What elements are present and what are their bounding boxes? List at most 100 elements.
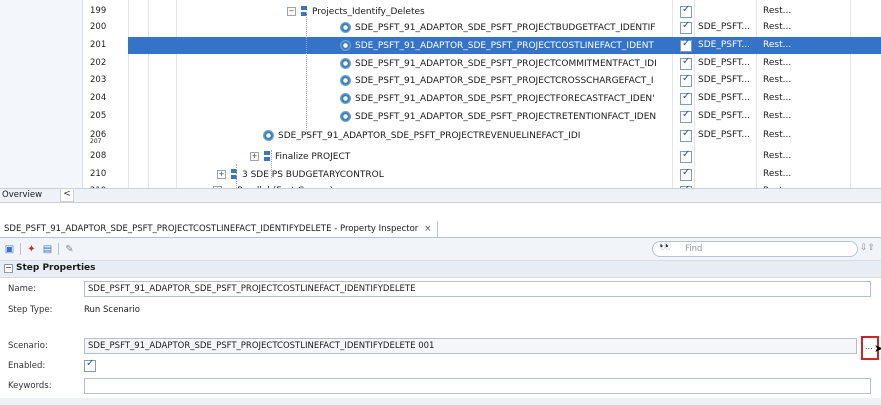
scroll-left-icon[interactable]: <	[60, 188, 74, 202]
scenario-row: Scenario: SDE_PSFT_91_ADAPTOR_SDE_PSFT_P…	[0, 336, 881, 360]
mouse-cursor-icon: ➤	[874, 342, 881, 355]
scenario-column: SDE_PSFT...	[698, 40, 751, 50]
enabled-checkbox[interactable]	[680, 149, 692, 163]
pin-icon[interactable]: ✦	[26, 244, 37, 255]
overview-bar: Overview <	[0, 188, 881, 203]
keywords-row: Keywords:	[0, 376, 881, 396]
node-name: SDE_PSFT_91_ADAPTOR_SDE_PSFT_PROJECTCOST…	[355, 41, 654, 51]
scenario-icon	[340, 40, 351, 51]
row-number: 200	[90, 22, 107, 32]
behavior-column: Rest...	[763, 130, 792, 140]
row-number: 205	[90, 111, 107, 121]
enabled-checkbox[interactable]	[84, 358, 96, 372]
tree-node-label: SDE_PSFT_91_ADAPTOR_SDE_PSFT_PROJECTCROS…	[340, 75, 654, 86]
behavior-column: Rest...	[763, 22, 792, 32]
scenario-label: Scenario:	[8, 341, 48, 351]
expand-icon[interactable]: +	[250, 152, 259, 161]
binoculars-icon: 👀	[659, 241, 672, 252]
properties-icon[interactable]: ▤	[42, 244, 53, 255]
row-number: 202	[90, 58, 107, 68]
row-number: 201	[90, 40, 107, 50]
tree-row[interactable]: 206 207 SDE_PSFT_91_ADAPTOR_SDE_PSFT_PROJE…	[0, 127, 881, 145]
behavior-column: Rest...	[763, 40, 792, 50]
enabled-checkbox[interactable]	[680, 109, 692, 123]
tree-row[interactable]: 200 SDE_PSFT_91_ADAPTOR_SDE_PSFT_PROJECTB…	[0, 19, 881, 36]
expand-icon[interactable]: +	[217, 170, 226, 179]
step-properties-header[interactable]: − Step Properties	[0, 261, 881, 278]
enabled-checkbox[interactable]	[680, 184, 692, 188]
scenario-column: SDE_PSFT...	[698, 93, 751, 103]
row-number: 210	[90, 169, 107, 179]
node-name: SDE_PSFT_91_ADAPTOR_SDE_PSFT_PROJECTCOMM…	[355, 59, 657, 69]
tree-row[interactable]: 204 SDE_PSFT_91_ADAPTOR_SDE_PSFT_PROJECTF…	[0, 90, 881, 107]
edit-icon[interactable]: ✎	[64, 244, 75, 255]
scenario-column: SDE_PSFT...	[698, 58, 751, 68]
overview-tab[interactable]: Overview	[2, 190, 42, 200]
scenario-column: SDE_PSFT...	[698, 75, 751, 85]
scenario-field[interactable]: SDE_PSFT_91_ADAPTOR_SDE_PSFT_PROJECTCOST…	[84, 338, 857, 354]
enabled-checkbox[interactable]	[680, 128, 692, 142]
tree-connector	[236, 164, 237, 188]
section-title: Step Properties	[16, 263, 96, 273]
enabled-checkbox[interactable]	[680, 167, 692, 181]
scenario-value: SDE_PSFT_91_ADAPTOR_SDE_PSFT_PROJECTCOST…	[88, 341, 435, 351]
name-value: SDE_PSFT_91_ADAPTOR_SDE_PSFT_PROJECTCOST…	[88, 284, 416, 294]
tree-node-label: + Finalize PROJECT	[250, 151, 350, 162]
tree-node-label: SDE_PSFT_91_ADAPTOR_SDE_PSFT_PROJECTRETE…	[340, 111, 656, 122]
name-label: Name:	[8, 284, 36, 294]
node-name: SDE_PSFT_91_ADAPTOR_SDE_PSFT_PROJECTBUDG…	[355, 23, 656, 33]
enabled-checkbox[interactable]	[680, 38, 692, 52]
tree-node-label: SDE_PSFT_91_ADAPTOR_SDE_PSFT_PROJECTCOST…	[340, 40, 654, 51]
step-type-value: Run Scenario	[84, 305, 140, 315]
row-number: 207	[90, 138, 102, 145]
tree-row[interactable]: 202 SDE_PSFT_91_ADAPTOR_SDE_PSFT_PROJECTC…	[0, 55, 881, 72]
scenario-icon	[340, 22, 351, 33]
node-name: SDE_PSFT_91_ADAPTOR_SDE_PSFT_PROJECTFORE…	[355, 94, 655, 104]
tree-connector	[306, 12, 307, 134]
tree-node-label: SDE_PSFT_91_ADAPTOR_SDE_PSFT_PROJECTCOMM…	[340, 58, 657, 69]
step-type-label: Step Type:	[8, 305, 53, 315]
node-name: SDE_PSFT_91_ADAPTOR_SDE_PSFT_PROJECTRETE…	[355, 112, 657, 122]
name-row: Name: SDE_PSFT_91_ADAPTOR_SDE_PSFT_PROJE…	[0, 279, 881, 299]
flow-tree-table: 199 − Projects_Identify_Deletes Rest... 200 S…	[0, 0, 881, 188]
enabled-checkbox[interactable]	[680, 20, 692, 34]
behavior-column: Rest...	[763, 58, 792, 68]
name-field[interactable]: SDE_PSFT_91_ADAPTOR_SDE_PSFT_PROJECTCOST…	[84, 281, 871, 297]
tree-row[interactable]: 208 + Finalize PROJECT Rest...	[0, 148, 881, 165]
row-number: 204	[90, 93, 107, 103]
row-number: 199	[90, 6, 107, 16]
find-next-prev-icon[interactable]: ⇩⇧	[860, 243, 875, 253]
scenario-icon	[340, 93, 351, 104]
step-type-row: Step Type: Run Scenario	[0, 300, 881, 320]
tree-row[interactable]: 201 SDE_PSFT_91_ADAPTOR_SDE_PSFT_PROJECTC…	[0, 37, 881, 54]
node-name: Projects_Identify_Deletes	[312, 7, 425, 17]
tree-row[interactable]: 199 − Projects_Identify_Deletes Rest...	[0, 3, 881, 20]
scenario-icon	[340, 58, 351, 69]
behavior-column: Rest...	[763, 75, 792, 85]
scenario-icon	[340, 75, 351, 86]
collapse-icon[interactable]: −	[4, 264, 13, 273]
scenario-column: SDE_PSFT...	[698, 130, 751, 140]
enabled-checkbox[interactable]	[680, 4, 692, 18]
property-inspector-tab[interactable]: SDE_PSFT_91_ADAPTOR_SDE_PSFT_PROJECTCOST…	[0, 221, 439, 237]
refresh-icon[interactable]: ▣	[4, 244, 15, 255]
tree-row[interactable]: 203 SDE_PSFT_91_ADAPTOR_SDE_PSFT_PROJECTC…	[0, 72, 881, 89]
browse-label: ...	[865, 342, 873, 351]
enabled-checkbox[interactable]	[680, 56, 692, 70]
tree-row[interactable]: 205 SDE_PSFT_91_ADAPTOR_SDE_PSFT_PROJECTR…	[0, 108, 881, 125]
inspector-tabbar: SDE_PSFT_91_ADAPTOR_SDE_PSFT_PROJECTCOST…	[0, 221, 881, 238]
enabled-checkbox[interactable]	[680, 73, 692, 87]
find-field[interactable]: 👀 Find	[652, 241, 858, 257]
toolbar-separator	[58, 243, 59, 255]
tree-row[interactable]: 210 +3 SDE PS BUDGETARYCONTROL Rest...	[0, 166, 881, 183]
enabled-label: Enabled:	[8, 361, 46, 371]
keywords-label: Keywords:	[8, 381, 52, 391]
close-tab-icon[interactable]: ×	[424, 224, 431, 234]
node-name: SDE_PSFT_91_ADAPTOR_SDE_PSFT_PROJECTREVE…	[278, 131, 581, 141]
behavior-column: Rest...	[763, 93, 792, 103]
collapse-icon[interactable]: −	[287, 7, 296, 16]
scenario-column: SDE_PSFT...	[698, 111, 751, 121]
keywords-field[interactable]	[84, 378, 871, 394]
enabled-checkbox[interactable]	[680, 91, 692, 105]
behavior-column: Rest...	[763, 169, 792, 179]
